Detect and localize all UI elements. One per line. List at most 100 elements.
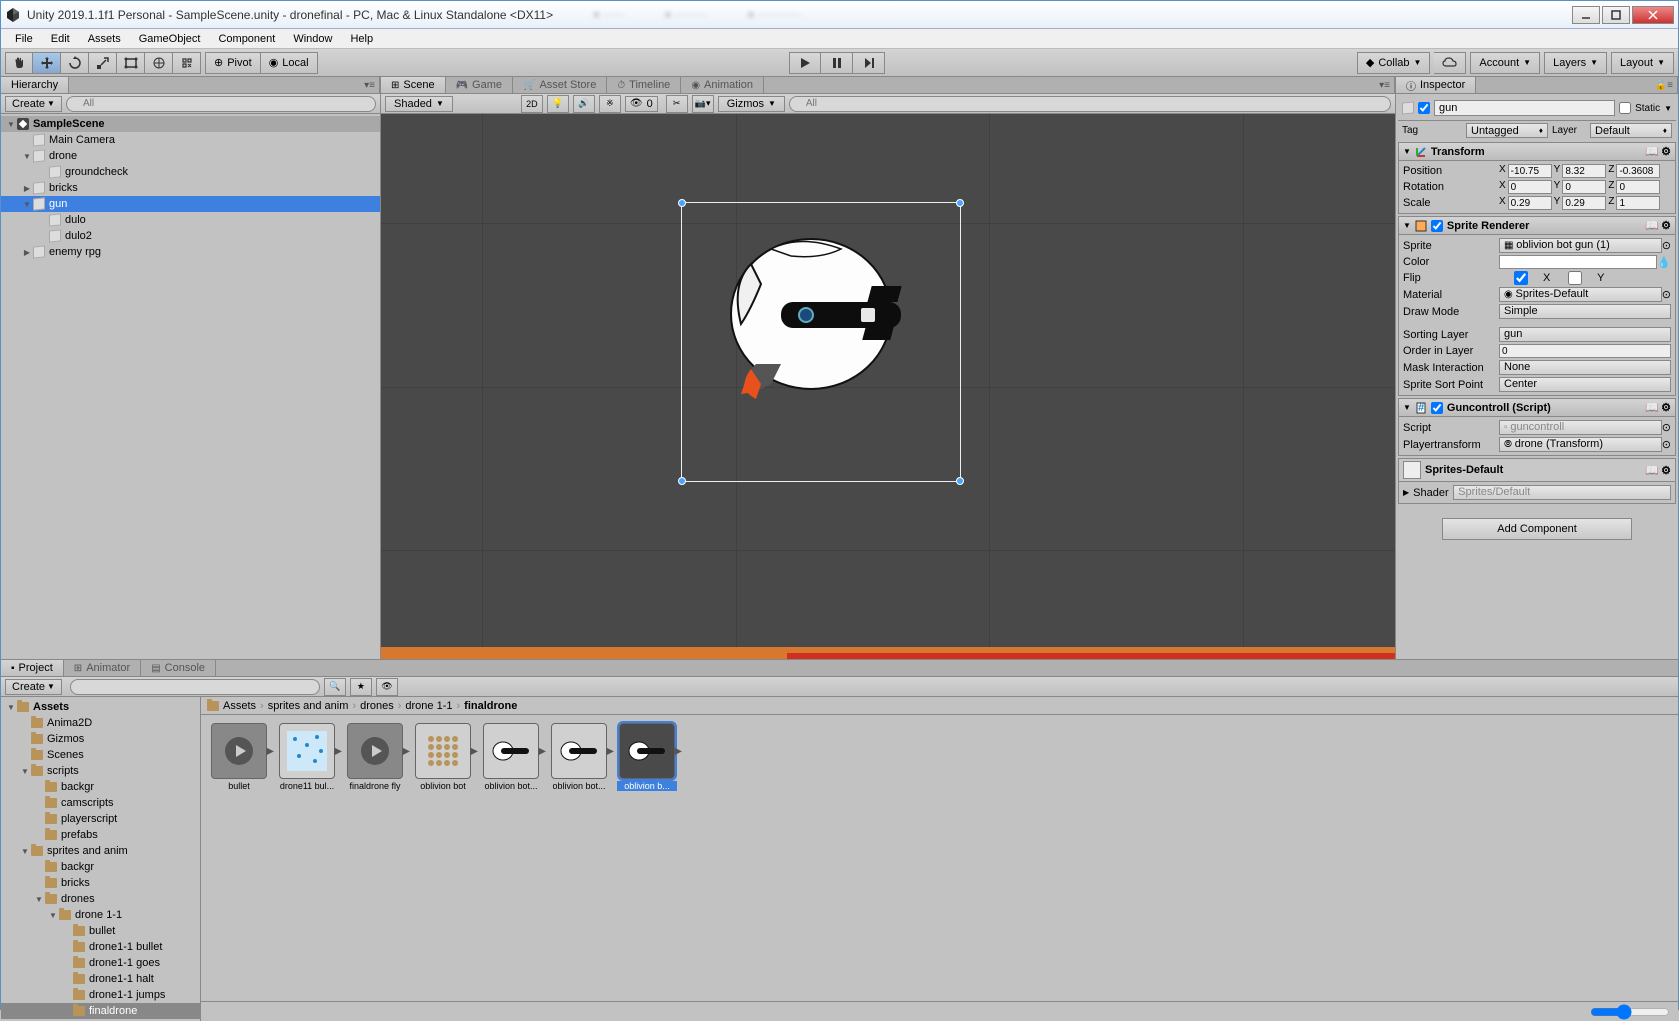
custom-tool[interactable] (173, 52, 201, 74)
hierarchy-item[interactable]: drone (1, 148, 380, 164)
scene-viewport[interactable] (381, 114, 1395, 659)
asset-item[interactable]: ▶oblivion bot (413, 723, 473, 791)
rotation-z[interactable] (1616, 180, 1660, 194)
position-y[interactable] (1562, 164, 1606, 178)
menu-assets[interactable]: Assets (80, 31, 129, 47)
move-tool[interactable] (33, 52, 61, 74)
scene-camera-icon[interactable]: ✂ (666, 95, 688, 113)
cloud-button[interactable] (1434, 52, 1466, 74)
panel-lock-icon[interactable]: 🔒≡ (1651, 77, 1678, 93)
project-breadcrumb[interactable]: Assets› sprites and anim› drones› drone … (201, 697, 1678, 715)
gameobject-name-field[interactable] (1434, 100, 1615, 116)
menu-component[interactable]: Component (210, 31, 283, 47)
tab-game[interactable]: 🎮 Game (446, 77, 513, 93)
menu-help[interactable]: Help (342, 31, 381, 47)
project-folder-item[interactable]: prefabs (1, 827, 200, 843)
hidden-filter-icon[interactable]: 👁 (376, 678, 398, 696)
scene-fx-toggle[interactable]: ※ (599, 95, 621, 113)
project-folder-item[interactable]: Assets (1, 699, 200, 715)
help-icon[interactable]: 📖 (1645, 219, 1659, 232)
favorite-filter-icon[interactable]: ★ (350, 678, 372, 696)
scene-audio-toggle[interactable]: 🔊 (573, 95, 595, 113)
gear-icon[interactable]: ⚙ (1661, 219, 1671, 232)
project-folder-item[interactable]: camscripts (1, 795, 200, 811)
inspector-tab[interactable]: ⓘ Inspector (1396, 77, 1476, 93)
asset-item[interactable]: ▶oblivion b... (617, 723, 677, 791)
scene-search-input[interactable] (789, 96, 1391, 112)
scale-y[interactable] (1562, 196, 1606, 210)
project-search-input[interactable] (70, 679, 320, 695)
step-button[interactable] (853, 52, 885, 74)
scene-header[interactable]: SampleScene (1, 116, 380, 132)
object-picker-icon[interactable]: ⊙ (1662, 438, 1671, 451)
scale-tool[interactable] (89, 52, 117, 74)
close-button[interactable] (1632, 6, 1674, 24)
project-folder-item[interactable]: backgr (1, 859, 200, 875)
project-folder-item[interactable]: drone 1-1 (1, 907, 200, 923)
minimize-button[interactable] (1572, 6, 1600, 24)
asset-item[interactable]: ▶bullet (209, 723, 269, 791)
tab-console[interactable]: ▤ Console (141, 660, 216, 676)
pivot-toggle[interactable]: ⊕ Pivot (205, 52, 261, 74)
project-folder-item[interactable]: drone1-1 goes (1, 955, 200, 971)
asset-item[interactable]: ▶finaldrone fly (345, 723, 405, 791)
order-in-layer-field[interactable] (1499, 344, 1671, 358)
panel-menu-icon[interactable]: ▾≡ (1375, 77, 1395, 93)
gear-icon[interactable]: ⚙ (1661, 401, 1671, 414)
menu-window[interactable]: Window (285, 31, 340, 47)
tag-dropdown[interactable]: Untagged♦ (1466, 123, 1548, 138)
tab-animation[interactable]: ◉ Animation (681, 77, 764, 93)
help-icon[interactable]: 📖 (1645, 464, 1659, 477)
sprite-renderer-enabled[interactable] (1431, 220, 1443, 232)
project-folder-item[interactable]: drones (1, 891, 200, 907)
hierarchy-tab[interactable]: Hierarchy (1, 77, 69, 93)
hierarchy-search-input[interactable] (66, 96, 376, 112)
project-folder-item[interactable]: finaldrone (1, 1003, 200, 1019)
layers-dropdown[interactable]: Layers ▼ (1544, 52, 1607, 74)
pause-button[interactable] (821, 52, 853, 74)
scale-z[interactable] (1616, 196, 1660, 210)
sprite-renderer-header[interactable]: ▼ Sprite Renderer 📖⚙ (1399, 217, 1675, 235)
tab-project[interactable]: ▪ Project (1, 660, 64, 676)
layout-dropdown[interactable]: Layout ▼ (1611, 52, 1674, 74)
hierarchy-item[interactable]: Main Camera (1, 132, 380, 148)
hierarchy-item[interactable]: dulo2 (1, 228, 380, 244)
flip-x-checkbox[interactable] (1499, 271, 1543, 285)
collab-dropdown[interactable]: ◆ Collab ▼ (1357, 52, 1431, 74)
transform-tool[interactable] (145, 52, 173, 74)
object-picker-icon[interactable]: ⊙ (1662, 239, 1671, 252)
project-folder-item[interactable]: drone1-1 jumps (1, 987, 200, 1003)
mask-interaction-dropdown[interactable]: None (1499, 360, 1671, 375)
object-picker-icon[interactable]: ⊙ (1662, 288, 1671, 301)
rotate-tool[interactable] (61, 52, 89, 74)
hand-tool[interactable] (5, 52, 33, 74)
layer-dropdown[interactable]: Default♦ (1590, 123, 1672, 138)
maximize-button[interactable] (1602, 6, 1630, 24)
gear-icon[interactable]: ⚙ (1661, 145, 1671, 158)
sort-point-dropdown[interactable]: Center (1499, 377, 1671, 392)
project-folder-item[interactable]: drone1-1 halt (1, 971, 200, 987)
project-folder-item[interactable]: Gizmos (1, 731, 200, 747)
play-button[interactable] (789, 52, 821, 74)
sorting-layer-dropdown[interactable]: gun (1499, 327, 1671, 342)
panel-menu-icon[interactable]: ▾≡ (360, 77, 380, 93)
menu-file[interactable]: File (7, 31, 41, 47)
script-enabled-checkbox[interactable] (1431, 402, 1443, 414)
shader-dropdown[interactable]: Sprites/Default (1453, 485, 1671, 500)
project-create-button[interactable]: Create▼ (5, 679, 62, 695)
local-toggle[interactable]: ◉ Local (261, 52, 318, 74)
tab-timeline[interactable]: ⏱ Timeline (607, 77, 681, 93)
project-folder-item[interactable]: bricks (1, 875, 200, 891)
scale-x[interactable] (1508, 196, 1552, 210)
gear-icon[interactable]: ⚙ (1661, 464, 1671, 477)
color-field[interactable] (1499, 255, 1657, 269)
hierarchy-item[interactable]: enemy rpg (1, 244, 380, 260)
tab-animator[interactable]: ⊞ Animator (64, 660, 141, 676)
search-filter-icon[interactable]: 🔍 (324, 678, 346, 696)
hierarchy-item[interactable]: bricks (1, 180, 380, 196)
gizmos-dropdown[interactable]: Gizmos ▼ (718, 96, 785, 112)
asset-item[interactable]: ▶drone11 bul... (277, 723, 337, 791)
static-checkbox[interactable] (1619, 102, 1631, 114)
gameobject-active-checkbox[interactable] (1418, 102, 1430, 114)
guncontroll-header[interactable]: ▼ # Guncontroll (Script) 📖⚙ (1399, 399, 1675, 417)
